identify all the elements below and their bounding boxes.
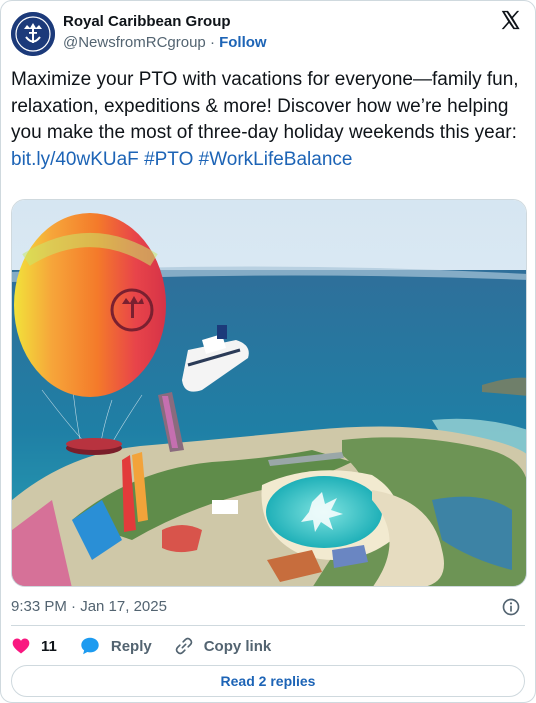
read-replies-label: Read 2 replies bbox=[220, 673, 316, 689]
heart-icon bbox=[12, 638, 30, 654]
x-logo-icon[interactable] bbox=[499, 9, 521, 31]
crown-anchor-logo-icon bbox=[11, 12, 55, 56]
photo-aerial-island-image bbox=[12, 200, 526, 586]
timestamp-row: 9:33 PM · Jan 17, 2025 bbox=[11, 597, 525, 617]
reply-button[interactable]: Reply bbox=[79, 635, 152, 657]
tweet-text: Maximize your PTO with vacations for eve… bbox=[11, 67, 525, 173]
like-button[interactable]: 11 bbox=[11, 636, 57, 656]
like-count: 11 bbox=[41, 637, 57, 655]
info-icon[interactable] bbox=[501, 597, 521, 617]
copy-link-button[interactable]: Copy link bbox=[174, 636, 272, 656]
tweet-card: Royal Caribbean Group @NewsfromRCgroup ·… bbox=[0, 0, 536, 703]
tweet-link[interactable]: bit.ly/40wKUaF bbox=[11, 149, 139, 170]
tweet-header: Royal Caribbean Group @NewsfromRCgroup ·… bbox=[11, 9, 525, 57]
author-handle[interactable]: @NewsfromRCgroup bbox=[63, 34, 206, 51]
author-name[interactable]: Royal Caribbean Group bbox=[63, 12, 267, 32]
action-bar: 11 Reply Copy link bbox=[11, 635, 525, 657]
tweet-body: Maximize your PTO with vacations for eve… bbox=[11, 69, 519, 143]
read-replies-button[interactable]: Read 2 replies bbox=[11, 665, 525, 697]
follow-button[interactable]: Follow bbox=[219, 34, 267, 51]
hashtag-worklifebalance[interactable]: #WorkLifeBalance bbox=[199, 149, 353, 170]
tweet-media-photo[interactable] bbox=[11, 199, 527, 587]
divider bbox=[11, 625, 525, 626]
copy-link-label: Copy link bbox=[203, 637, 272, 655]
author-block: Royal Caribbean Group @NewsfromRCgroup ·… bbox=[63, 12, 267, 53]
link-icon bbox=[175, 637, 193, 655]
tweet-timestamp[interactable]: 9:33 PM · Jan 17, 2025 bbox=[11, 598, 167, 615]
reply-label: Reply bbox=[110, 637, 152, 655]
hashtag-pto[interactable]: #PTO bbox=[144, 149, 193, 170]
reply-bubble-icon bbox=[81, 637, 99, 655]
avatar[interactable] bbox=[11, 12, 55, 56]
handle-separator: · bbox=[209, 34, 215, 51]
author-handle-line: @NewsfromRCgroup · Follow bbox=[63, 33, 267, 53]
